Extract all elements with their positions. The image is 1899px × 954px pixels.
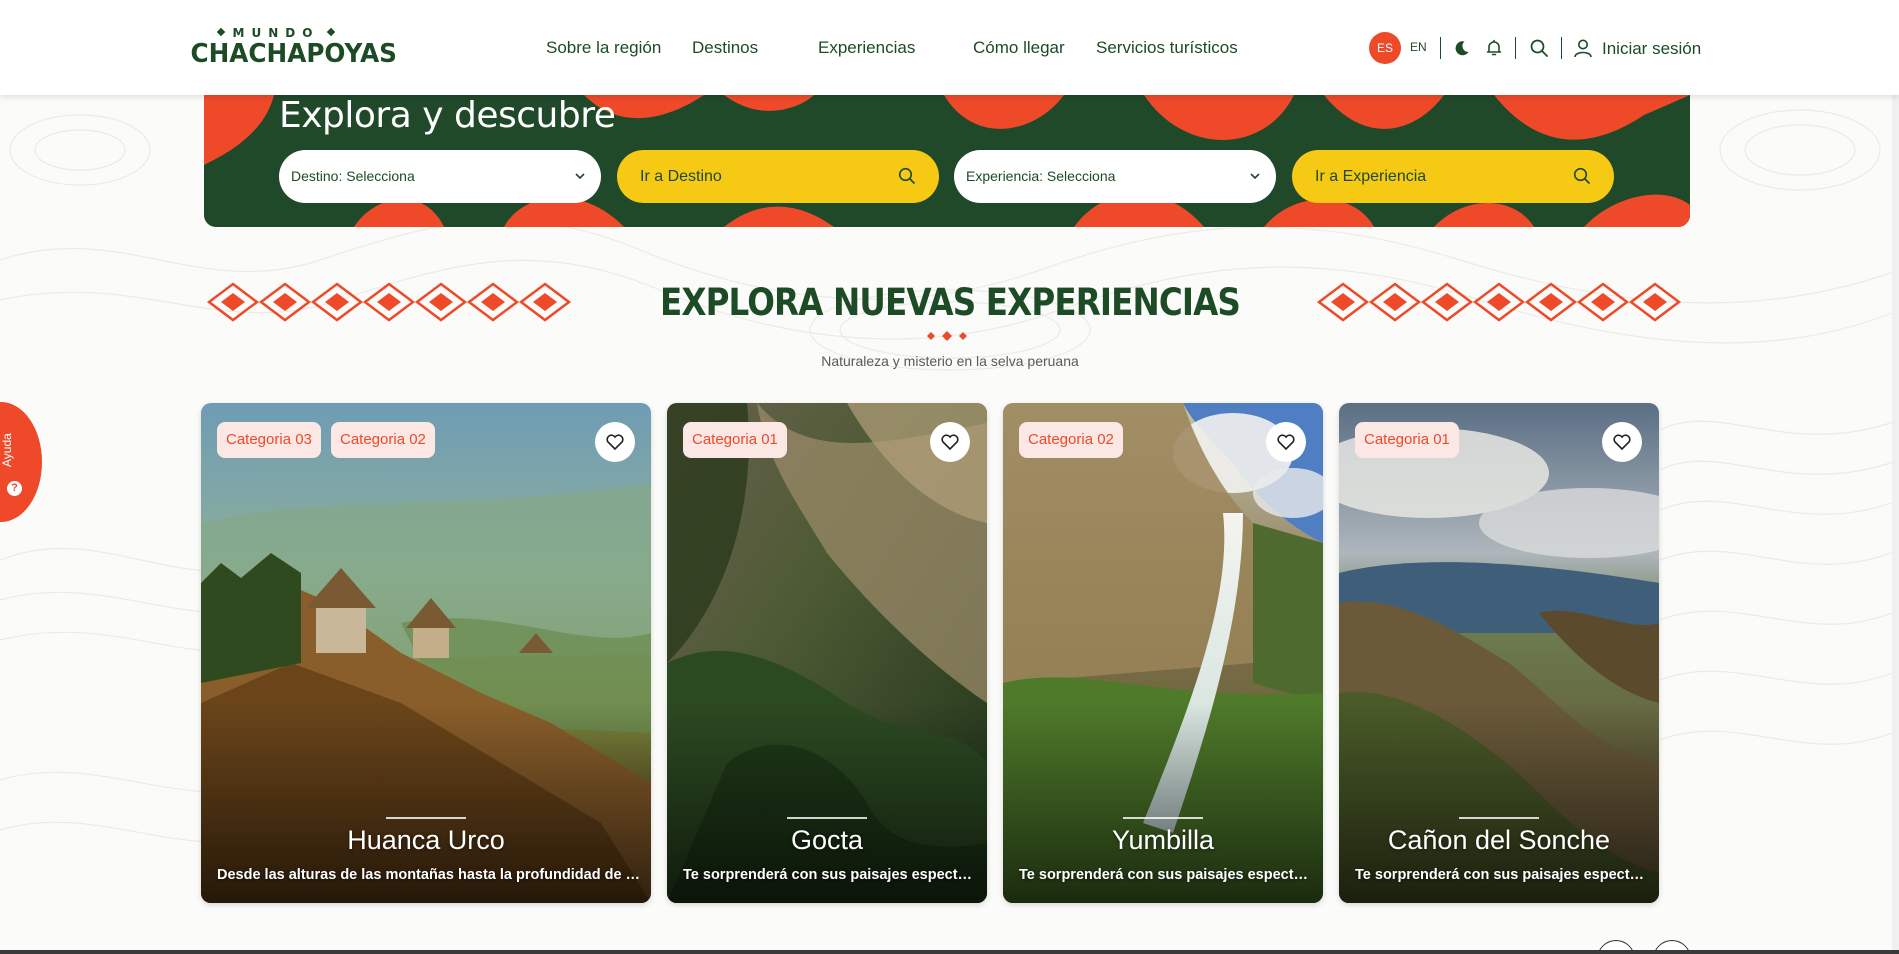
card-title-divider	[787, 817, 867, 819]
category-tag[interactable]: Categoria 03	[217, 422, 321, 458]
destino-select[interactable]: Destino: Selecciona	[279, 150, 601, 203]
search-banner: Explora y descubre Destino: Selecciona I…	[204, 95, 1690, 227]
accessibility-bell-icon[interactable]	[1484, 38, 1504, 58]
card-title: Cañon del Sonche	[1387, 825, 1611, 855]
experiencia-select[interactable]: Experiencia: Selecciona	[954, 150, 1276, 203]
login-link[interactable]: Iniciar sesión	[1602, 39, 1701, 59]
favorite-button[interactable]	[1602, 422, 1642, 462]
moon-icon[interactable]	[1452, 38, 1472, 58]
experiencia-select-label: Experiencia: Selecciona	[966, 168, 1116, 184]
card-description: Te sorprenderá con sus paisajes espectac…	[1019, 867, 1313, 883]
banner-title: Explora y descubre	[279, 95, 616, 136]
card-description: Te sorprenderá con sus paisajes espectac…	[1355, 867, 1649, 883]
user-icon[interactable]	[1573, 38, 1593, 58]
lang-en-button[interactable]: EN	[1410, 40, 1427, 54]
destino-select-label: Destino: Selecciona	[291, 168, 415, 184]
card-title: Gocta	[790, 825, 864, 855]
heart-icon	[606, 434, 624, 450]
category-tag[interactable]: Categoria 01	[683, 422, 787, 458]
favorite-button[interactable]	[595, 422, 635, 462]
section-title: EXPLORA NUEVAS EXPERIENCIAS	[659, 281, 1241, 324]
heart-icon	[1613, 434, 1631, 450]
card-description: Te sorprenderá con sus paisajes espectac…	[683, 867, 977, 883]
experience-card[interactable]: Categoria 03 Categoria 02 Huanca Urco De…	[201, 403, 651, 903]
header-divider	[1440, 37, 1441, 59]
scrollbar[interactable]	[1892, 0, 1899, 954]
category-tag[interactable]: Categoria 02	[1019, 422, 1123, 458]
lang-es-button[interactable]: ES	[1369, 32, 1401, 64]
logo-main-text: CHACHAPOYAS	[190, 39, 397, 69]
search-icon	[1573, 167, 1590, 184]
experience-card[interactable]: Categoria 01 Cañon del Sonche Te sorpren…	[1339, 403, 1659, 903]
ir-a-experiencia-button[interactable]: Ir a Experiencia	[1292, 150, 1614, 203]
logo-top-text: MUNDO	[232, 26, 320, 40]
help-label: Ayuda	[0, 433, 14, 467]
nav-servicios-turisticos[interactable]: Servicios turísticos	[1096, 38, 1238, 58]
section-subtitle: Naturaleza y misterio en la selva peruan…	[821, 353, 1079, 369]
chevron-down-icon	[1250, 173, 1260, 180]
nav-destinos[interactable]: Destinos	[692, 38, 758, 58]
card-title: Huanca Urco	[347, 825, 505, 855]
heart-icon	[941, 434, 959, 450]
card-title: Yumbilla	[1111, 825, 1215, 855]
header-divider	[1561, 37, 1562, 59]
search-icon[interactable]	[1529, 38, 1549, 58]
favorite-button[interactable]	[1266, 422, 1306, 462]
experience-card[interactable]: Categoria 02 Yumbilla Te sorprenderá con…	[1003, 403, 1323, 903]
ir-a-destino-button[interactable]: Ir a Destino	[617, 150, 939, 203]
header-divider	[1515, 37, 1516, 59]
help-question-icon: ?	[7, 481, 22, 496]
title-underline-ornament	[927, 331, 967, 341]
ir-a-destino-label: Ir a Destino	[640, 168, 722, 185]
nav-como-llegar[interactable]: Cómo llegar	[973, 38, 1065, 58]
site-header: MUNDO CHACHAPOYAS Sobre la región Destin…	[0, 0, 1899, 95]
diamond-ornament-left	[207, 282, 571, 322]
ir-a-experiencia-label: Ir a Experiencia	[1315, 168, 1427, 185]
category-tag[interactable]: Categoria 01	[1355, 422, 1459, 458]
chevron-down-icon	[575, 173, 585, 180]
card-title-divider	[1459, 817, 1539, 819]
site-logo[interactable]: MUNDO CHACHAPOYAS	[186, 26, 397, 72]
nav-sobre-la-region[interactable]: Sobre la región	[546, 38, 661, 58]
favorite-button[interactable]	[930, 422, 970, 462]
card-title-divider	[1123, 817, 1203, 819]
window-bottom-edge	[0, 950, 1899, 954]
heart-icon	[1277, 434, 1295, 450]
card-title-divider	[386, 817, 466, 819]
experience-card[interactable]: Categoria 01 Gocta Te sorprenderá con su…	[667, 403, 987, 903]
category-tag[interactable]: Categoria 02	[331, 422, 435, 458]
nav-experiencias[interactable]: Experiencias	[818, 38, 915, 58]
diamond-ornament-right	[1317, 282, 1681, 322]
search-icon	[898, 167, 915, 184]
card-description: Desde las alturas de las montañas hasta …	[217, 867, 641, 883]
